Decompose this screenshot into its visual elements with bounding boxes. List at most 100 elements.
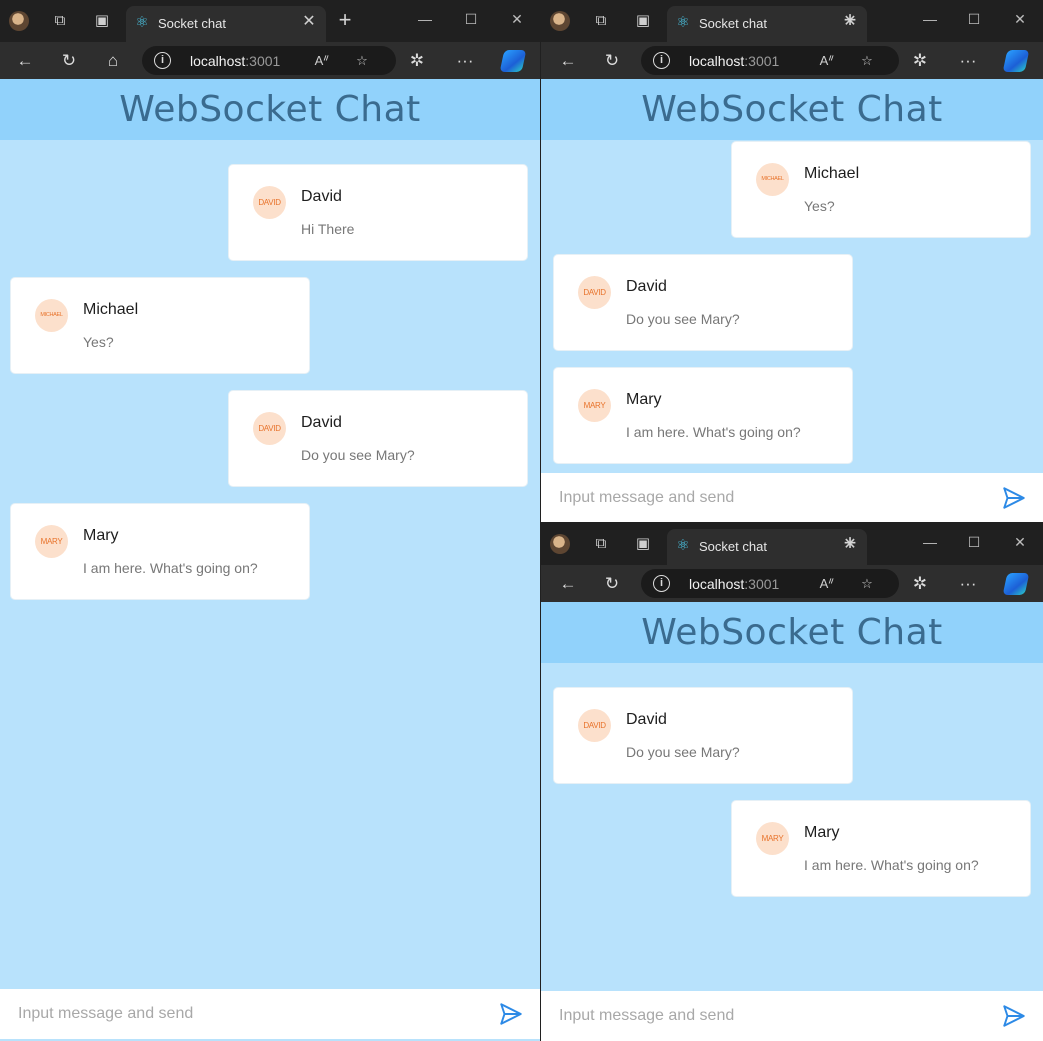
refresh-icon[interactable]: ↻ [58, 50, 80, 72]
message-input[interactable] [0, 989, 540, 1039]
avatar: DAVID [253, 186, 286, 219]
message-card: MARY Mary I am here. What's going on? [731, 800, 1031, 897]
message-text: Yes? [83, 334, 114, 350]
favorite-star-icon[interactable]: ☆ [857, 574, 877, 594]
chat-header: WebSocket Chat [541, 79, 1043, 140]
message-composer [0, 989, 540, 1039]
react-favicon-icon: ⚛ [135, 14, 149, 31]
favorite-star-icon[interactable]: ☆ [352, 51, 372, 71]
url-text: localhost:3001 [190, 53, 281, 69]
new-tab-button[interactable]: + [839, 532, 861, 555]
tab-title: Socket chat [699, 16, 767, 31]
avatar: MICHAEL [756, 163, 789, 196]
back-icon[interactable]: ← [557, 573, 579, 595]
workspaces-icon[interactable]: ⧉ [50, 11, 70, 31]
message-text: Do you see Mary? [626, 744, 740, 760]
navigation-bar: ← ↻ i localhost:3001 A͏ᐥ ☆ ✲ ··· [541, 42, 1043, 79]
address-bar[interactable]: i localhost:3001 A͏ᐥ ☆ [142, 46, 396, 75]
home-icon[interactable]: ⌂ [102, 50, 124, 72]
avatar: MARY [578, 389, 611, 422]
copilot-icon[interactable] [1002, 573, 1030, 595]
send-icon[interactable] [1001, 485, 1027, 511]
read-aloud-icon[interactable]: A͏ᐥ [312, 51, 332, 71]
url-text: localhost:3001 [689, 576, 780, 592]
tab-actions-icon[interactable]: ▣ [92, 11, 112, 31]
workspaces-icon[interactable]: ⧉ [591, 534, 611, 554]
copilot-icon[interactable] [1002, 50, 1030, 72]
chat-header: WebSocket Chat [0, 79, 540, 140]
minimize-icon[interactable]: — [921, 533, 939, 551]
workspaces-icon[interactable]: ⧉ [591, 11, 611, 31]
favorite-star-icon[interactable]: ☆ [857, 51, 877, 71]
avatar: DAVID [578, 709, 611, 742]
send-icon[interactable] [1001, 1003, 1027, 1029]
message-card: DAVID David Hi There [228, 164, 528, 261]
back-icon[interactable]: ← [557, 50, 579, 72]
new-tab-button[interactable]: + [334, 9, 356, 32]
message-card: DAVID David Do you see Mary? [553, 254, 853, 351]
window-close-icon[interactable]: ✕ [508, 10, 526, 28]
tab-actions-icon[interactable]: ▣ [633, 11, 653, 31]
avatar: MARY [35, 525, 68, 558]
minimize-icon[interactable]: — [416, 10, 434, 28]
extensions-icon[interactable]: ✲ [909, 50, 931, 72]
browser-window-top-right: ⧉ ▣ ⚛ Socket chat ✕ + — ☐ ✕ ← ↻ i localh… [541, 0, 1043, 522]
site-info-icon[interactable]: i [653, 575, 670, 592]
message-author: David [301, 414, 342, 431]
back-icon[interactable]: ← [14, 50, 36, 72]
message-text: Do you see Mary? [301, 447, 415, 463]
react-favicon-icon: ⚛ [676, 14, 690, 31]
new-tab-button[interactable]: + [839, 9, 861, 32]
maximize-icon[interactable]: ☐ [965, 10, 983, 28]
page-title: WebSocket Chat [641, 89, 943, 130]
tab-socket-chat[interactable]: ⚛ Socket chat ✕ [667, 6, 867, 42]
tab-actions-icon[interactable]: ▣ [633, 534, 653, 554]
send-icon[interactable] [498, 1001, 524, 1027]
message-card: DAVID David Do you see Mary? [228, 390, 528, 487]
more-menu-icon[interactable]: ··· [957, 573, 979, 595]
minimize-icon[interactable]: — [921, 10, 939, 28]
refresh-icon[interactable]: ↻ [601, 573, 623, 595]
read-aloud-icon[interactable]: A͏ᐥ [817, 51, 837, 71]
tab-socket-chat[interactable]: ⚛ Socket chat ✕ [126, 6, 326, 42]
message-text: Hi There [301, 221, 355, 237]
message-text: Do you see Mary? [626, 311, 740, 327]
message-text: I am here. What's going on? [626, 424, 801, 440]
page-title: WebSocket Chat [641, 612, 943, 653]
page-title: WebSocket Chat [119, 89, 421, 130]
copilot-icon[interactable] [499, 50, 527, 72]
window-close-icon[interactable]: ✕ [1011, 10, 1029, 28]
message-author: David [626, 711, 667, 728]
address-bar[interactable]: i localhost:3001 A͏ᐥ ☆ [641, 46, 899, 75]
window-close-icon[interactable]: ✕ [1011, 533, 1029, 551]
message-input[interactable] [541, 473, 1043, 522]
site-info-icon[interactable]: i [154, 52, 171, 69]
message-author: Mary [626, 391, 662, 408]
address-bar[interactable]: i localhost:3001 A͏ᐥ ☆ [641, 569, 899, 598]
extensions-icon[interactable]: ✲ [909, 573, 931, 595]
message-author: David [626, 278, 667, 295]
profile-avatar-icon[interactable] [9, 11, 29, 31]
message-input[interactable] [541, 991, 1043, 1041]
more-menu-icon[interactable]: ··· [957, 50, 979, 72]
message-composer [541, 991, 1043, 1041]
profile-avatar-icon[interactable] [550, 11, 570, 31]
tab-bar: ⧉ ▣ ⚛ Socket chat ✕ + — ☐ ✕ [0, 0, 540, 42]
maximize-icon[interactable]: ☐ [965, 533, 983, 551]
site-info-icon[interactable]: i [653, 52, 670, 69]
message-text: I am here. What's going on? [804, 857, 979, 873]
tab-close-icon[interactable]: ✕ [300, 13, 318, 31]
more-menu-icon[interactable]: ··· [454, 50, 476, 72]
extensions-icon[interactable]: ✲ [406, 50, 428, 72]
maximize-icon[interactable]: ☐ [462, 10, 480, 28]
url-text: localhost:3001 [689, 53, 780, 69]
tab-bar: ⧉ ▣ ⚛ Socket chat ✕ + — ☐ ✕ [541, 0, 1043, 42]
read-aloud-icon[interactable]: A͏ᐥ [817, 574, 837, 594]
profile-avatar-icon[interactable] [550, 534, 570, 554]
browser-window-left: ⧉ ▣ ⚛ Socket chat ✕ + — ☐ ✕ ← ↻ ⌂ i loca… [0, 0, 540, 1041]
tab-bar: ⧉ ▣ ⚛ Socket chat ✕ + — ☐ ✕ [541, 523, 1043, 565]
tab-title: Socket chat [699, 539, 767, 554]
message-author: Mary [804, 824, 840, 841]
tab-socket-chat[interactable]: ⚛ Socket chat ✕ [667, 529, 867, 565]
refresh-icon[interactable]: ↻ [601, 50, 623, 72]
